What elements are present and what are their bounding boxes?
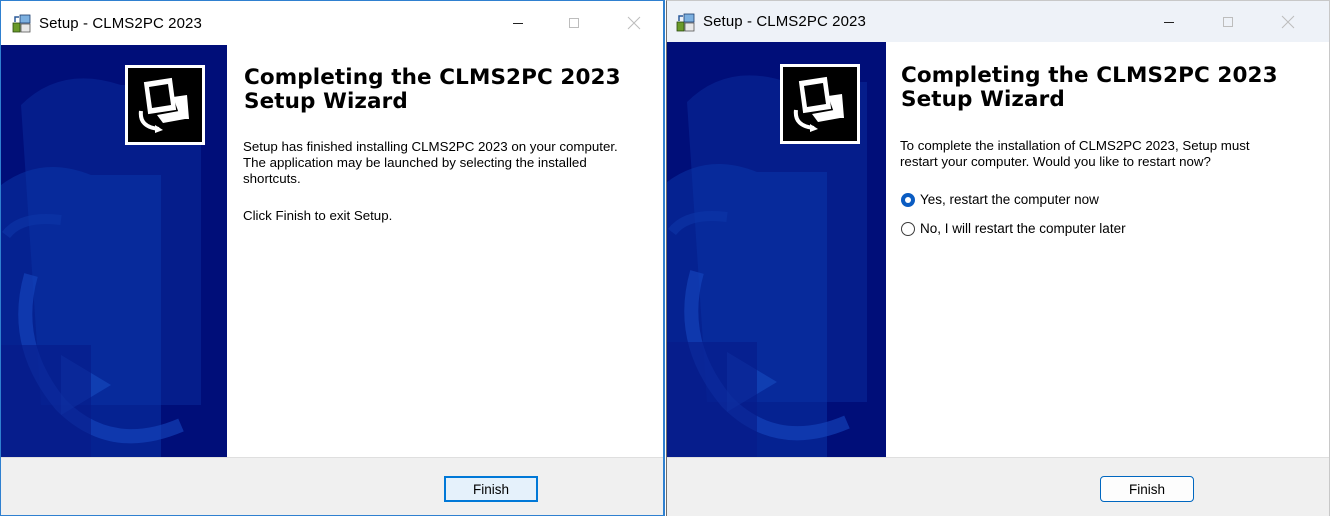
minimize-icon[interactable]: [1146, 1, 1192, 42]
installer-computer-logo: [780, 64, 860, 144]
restart-message: To complete the installation of CLMS2PC …: [900, 138, 1250, 169]
exit-instruction: Click Finish to exit Setup.: [243, 208, 393, 223]
page-title: Completing the CLMS2PC 2023 Setup Wizard: [244, 65, 621, 114]
title-bar[interactable]: Setup - CLMS2PC 2023: [1, 1, 663, 45]
finish-button[interactable]: Finish: [1100, 476, 1194, 502]
restart-now-option[interactable]: Yes, restart the computer now: [901, 192, 1099, 207]
button-bar: Finish: [667, 457, 1329, 516]
title-bar[interactable]: Setup - CLMS2PC 2023: [667, 1, 1329, 42]
restart-later-label[interactable]: No, I will restart the computer later: [920, 221, 1126, 236]
setup-app-icon: [676, 13, 695, 31]
installer-computer-logo: [125, 65, 205, 145]
close-icon[interactable]: [611, 1, 657, 45]
radio-unselected-icon[interactable]: [901, 221, 915, 236]
minimize-icon[interactable]: [495, 1, 541, 45]
finish-button[interactable]: Finish: [444, 476, 538, 502]
setup-window-restart: Setup - CLMS2PC 2023 Completing the CLMS…: [666, 0, 1330, 516]
close-icon[interactable]: [1265, 1, 1311, 42]
window-title: Setup - CLMS2PC 2023: [39, 14, 202, 32]
restart-now-label[interactable]: Yes, restart the computer now: [920, 192, 1099, 207]
window-title: Setup - CLMS2PC 2023: [703, 13, 866, 30]
maximize-icon[interactable]: [1205, 1, 1251, 42]
maximize-icon[interactable]: [551, 1, 597, 45]
button-bar: Finish: [1, 457, 663, 515]
page-title: Completing the CLMS2PC 2023 Setup Wizard: [901, 63, 1278, 112]
setup-app-icon: [12, 14, 31, 33]
restart-later-option[interactable]: No, I will restart the computer later: [901, 221, 1126, 236]
radio-selected-icon[interactable]: [901, 192, 915, 207]
completion-message: Setup has finished installing CLMS2PC 20…: [243, 139, 618, 186]
setup-window-completed: Setup - CLMS2PC 2023 Completing the CLMS…: [0, 0, 665, 516]
